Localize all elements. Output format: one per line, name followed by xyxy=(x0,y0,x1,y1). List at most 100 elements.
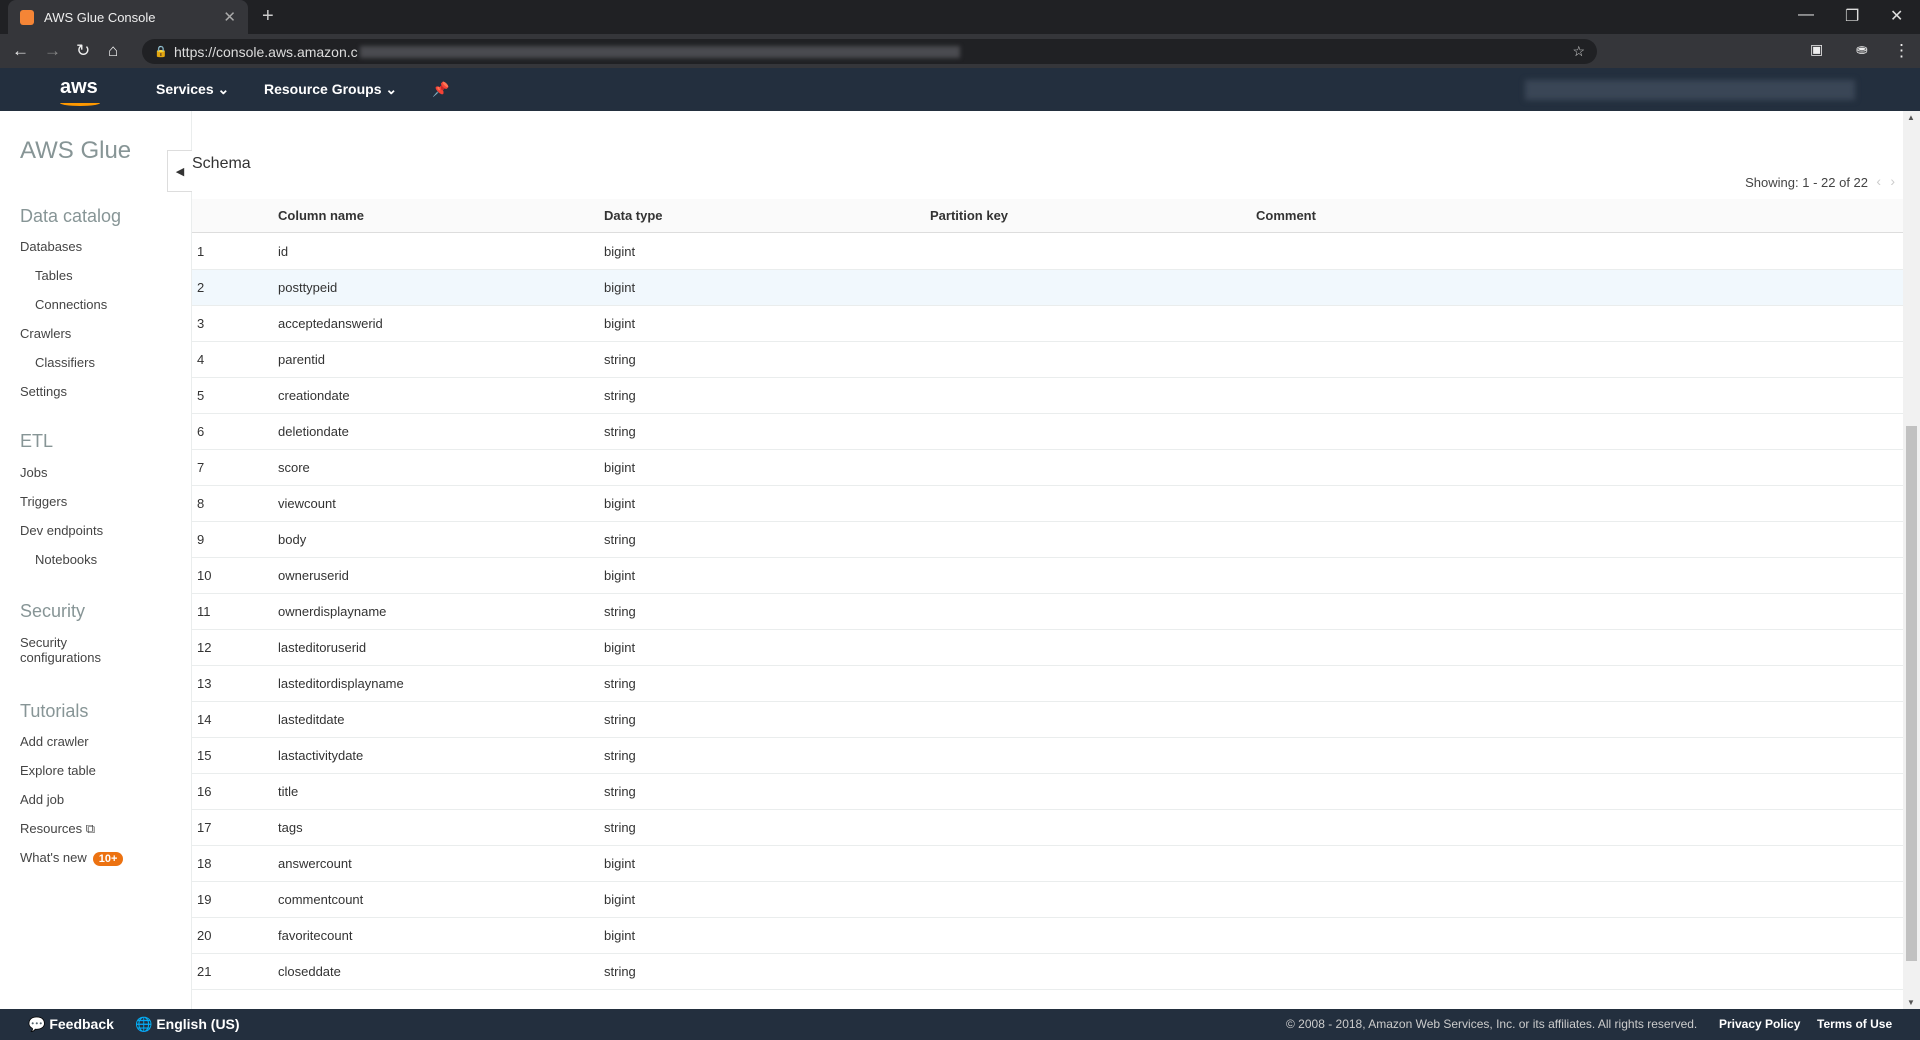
table-row[interactable]: 15 lastactivitydate string xyxy=(192,738,1903,774)
scroll-down-icon[interactable]: ▼ xyxy=(1907,998,1915,1007)
sidebar-item-settings[interactable]: Settings xyxy=(20,384,67,399)
column-name: posttypeid xyxy=(278,280,338,295)
url-field[interactable]: 🔒 https://console.aws.amazon.c ☆ xyxy=(142,39,1597,64)
sidebar-item-resources[interactable]: Resources ⧉ xyxy=(20,821,95,837)
table-row[interactable]: 3 acceptedanswerid bigint xyxy=(192,306,1903,342)
sidebar-item-label: Tables xyxy=(35,268,73,283)
feedback-label: Feedback xyxy=(49,1016,114,1032)
browser-menu-icon[interactable]: ⋮ xyxy=(1893,41,1910,61)
table-row[interactable]: 2 posttypeid bigint xyxy=(192,270,1903,306)
back-icon[interactable]: ← xyxy=(12,41,29,61)
data-type: bigint xyxy=(604,244,636,259)
sidebar-item-security-configurations[interactable]: Security configurations xyxy=(20,635,120,665)
table-row[interactable]: 5 creationdate string xyxy=(192,378,1903,414)
chat-bubble-icon: 💬 xyxy=(28,1016,46,1032)
table-row[interactable]: 17 tags string xyxy=(192,810,1903,846)
sidebar-item-databases[interactable]: Databases xyxy=(20,239,82,254)
column-name: owneruserid xyxy=(278,568,349,583)
schema-title: Schema xyxy=(192,155,251,172)
column-name: favoritecount xyxy=(278,928,353,943)
account-menu-redacted[interactable] xyxy=(1525,80,1855,100)
scrollbar-thumb[interactable] xyxy=(1906,426,1917,961)
new-tab-button[interactable]: + xyxy=(262,5,274,28)
sidebar-item-triggers[interactable]: Triggers xyxy=(20,494,67,509)
resource-groups-menu[interactable]: Resource Groups ⌄ xyxy=(264,81,397,98)
table-row[interactable]: 9 body string xyxy=(192,522,1903,558)
terms-of-use-link[interactable]: Terms of Use xyxy=(1817,1017,1892,1031)
services-menu[interactable]: Services ⌄ xyxy=(156,81,229,98)
feedback-link[interactable]: 💬 Feedback xyxy=(28,1016,114,1033)
table-row[interactable]: 1 id bigint xyxy=(192,234,1903,270)
row-number: 4 xyxy=(197,352,205,367)
close-window-icon[interactable]: ✕ xyxy=(1890,6,1903,26)
restore-icon[interactable]: ❐ xyxy=(1845,6,1859,26)
close-tab-icon[interactable]: ✕ xyxy=(223,8,236,26)
external-link-icon: ⧉ xyxy=(82,821,96,836)
header-data-type[interactable]: Data type xyxy=(604,199,663,233)
table-row[interactable]: 18 answercount bigint xyxy=(192,846,1903,882)
aws-glue-favicon-icon xyxy=(20,9,34,25)
table-row[interactable]: 7 score bigint xyxy=(192,450,1903,486)
sidebar-item-crawlers[interactable]: Crawlers xyxy=(20,326,71,341)
table-row[interactable]: 19 commentcount bigint xyxy=(192,882,1903,918)
chevron-down-icon: ⌄ xyxy=(385,81,398,97)
privacy-policy-link[interactable]: Privacy Policy xyxy=(1719,1017,1800,1031)
column-name: id xyxy=(278,244,289,259)
table-row[interactable]: 16 title string xyxy=(192,774,1903,810)
data-type: bigint xyxy=(604,496,636,511)
column-name: closeddate xyxy=(278,964,341,979)
sidebar-item-what-s-new[interactable]: What's new 10+ xyxy=(20,850,124,866)
table-row[interactable]: 11 ownerdisplayname string xyxy=(192,594,1903,630)
data-type: string xyxy=(604,676,636,691)
bookmark-star-icon[interactable]: ☆ xyxy=(1572,43,1585,60)
sidebar-item-label: Notebooks xyxy=(35,552,98,567)
scrollbar[interactable]: ▲ ▼ xyxy=(1903,111,1920,1009)
next-page-icon[interactable]: › xyxy=(1890,173,1895,189)
sidebar-item-label: Settings xyxy=(20,384,67,399)
data-type: string xyxy=(604,748,636,763)
browser-tab[interactable]: AWS Glue Console ✕ xyxy=(8,0,248,34)
table-row[interactable]: 12 lasteditoruserid bigint xyxy=(192,630,1903,666)
sidebar-item-add-crawler[interactable]: Add crawler xyxy=(20,734,89,749)
sidebar-item-add-job[interactable]: Add job xyxy=(20,792,64,807)
table-row[interactable]: 6 deletiondate string xyxy=(192,414,1903,450)
home-icon[interactable]: ⌂ xyxy=(108,41,118,61)
prev-page-icon[interactable]: ‹ xyxy=(1876,173,1881,189)
table-row[interactable]: 14 lasteditdate string xyxy=(192,702,1903,738)
table-row[interactable]: 20 favoritecount bigint xyxy=(192,918,1903,954)
table-row[interactable]: 10 owneruserid bigint xyxy=(192,558,1903,594)
header-column-name[interactable]: Column name xyxy=(278,199,364,233)
data-type: bigint xyxy=(604,568,636,583)
reload-icon[interactable]: ↻ xyxy=(76,41,90,61)
sidebar-item-connections[interactable]: Connections xyxy=(35,297,107,312)
table-row[interactable]: 4 parentid string xyxy=(192,342,1903,378)
sidebar-item-label: Add crawler xyxy=(20,734,89,749)
column-name: parentid xyxy=(278,352,325,367)
aws-logo[interactable]: aws xyxy=(60,76,100,106)
extension-icon[interactable]: ▣ xyxy=(1810,41,1823,58)
column-name: commentcount xyxy=(278,892,364,907)
sidebar-item-label: Connections xyxy=(35,297,108,312)
minimize-icon[interactable]: — xyxy=(1798,6,1814,24)
sidebar-item-tables[interactable]: Tables xyxy=(35,268,73,283)
collapse-sidebar-button[interactable]: ◀ xyxy=(167,150,192,192)
pin-icon[interactable]: 📌 xyxy=(432,81,449,98)
header-partition-key[interactable]: Partition key xyxy=(930,199,1008,233)
url-text: https://console.aws.amazon.c xyxy=(174,43,358,60)
language-selector[interactable]: 🌐 English (US) xyxy=(135,1016,240,1033)
sidebar-item-classifiers[interactable]: Classifiers xyxy=(35,355,95,370)
table-row[interactable]: 21 closeddate string xyxy=(192,954,1903,990)
sidebar-item-explore-table[interactable]: Explore table xyxy=(20,763,96,778)
sidebar-item-notebooks[interactable]: Notebooks xyxy=(35,552,97,567)
table-row[interactable]: 8 viewcount bigint xyxy=(192,486,1903,522)
scroll-up-icon[interactable]: ▲ xyxy=(1907,113,1915,122)
table-row[interactable]: 13 lasteditordisplayname string xyxy=(192,666,1903,702)
sidebar-item-label: Triggers xyxy=(20,494,68,509)
header-comment[interactable]: Comment xyxy=(1256,199,1316,233)
language-label: English (US) xyxy=(156,1016,240,1032)
forward-icon[interactable]: → xyxy=(44,41,61,61)
pagination-status: Showing: 1 - 22 of 22 xyxy=(1745,175,1868,190)
sidebar-item-dev-endpoints[interactable]: Dev endpoints xyxy=(20,523,103,538)
table-header: Column name Data type Partition key Comm… xyxy=(192,199,1903,233)
sidebar-item-jobs[interactable]: Jobs xyxy=(20,465,47,480)
